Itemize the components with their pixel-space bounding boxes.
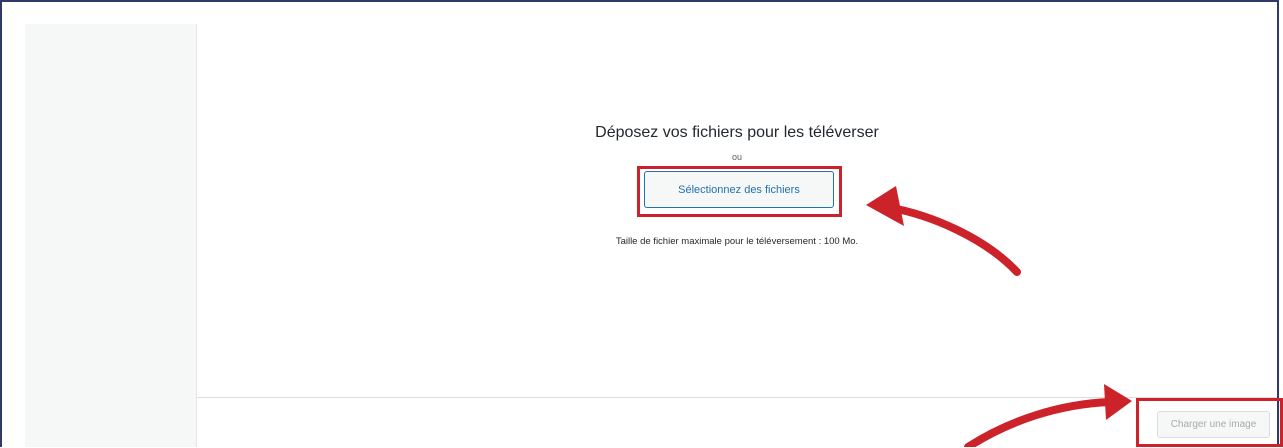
media-sidebar	[25, 24, 197, 447]
max-upload-size-text: Taille de fichier maximale pour le télév…	[615, 236, 859, 247]
media-toolbar	[197, 397, 1277, 448]
drop-title: Déposez vos fichiers pour les téléverser	[595, 124, 879, 141]
highlight-select-files	[637, 166, 842, 217]
highlight-charger-button	[1136, 398, 1283, 447]
or-separator: ou	[731, 152, 742, 162]
